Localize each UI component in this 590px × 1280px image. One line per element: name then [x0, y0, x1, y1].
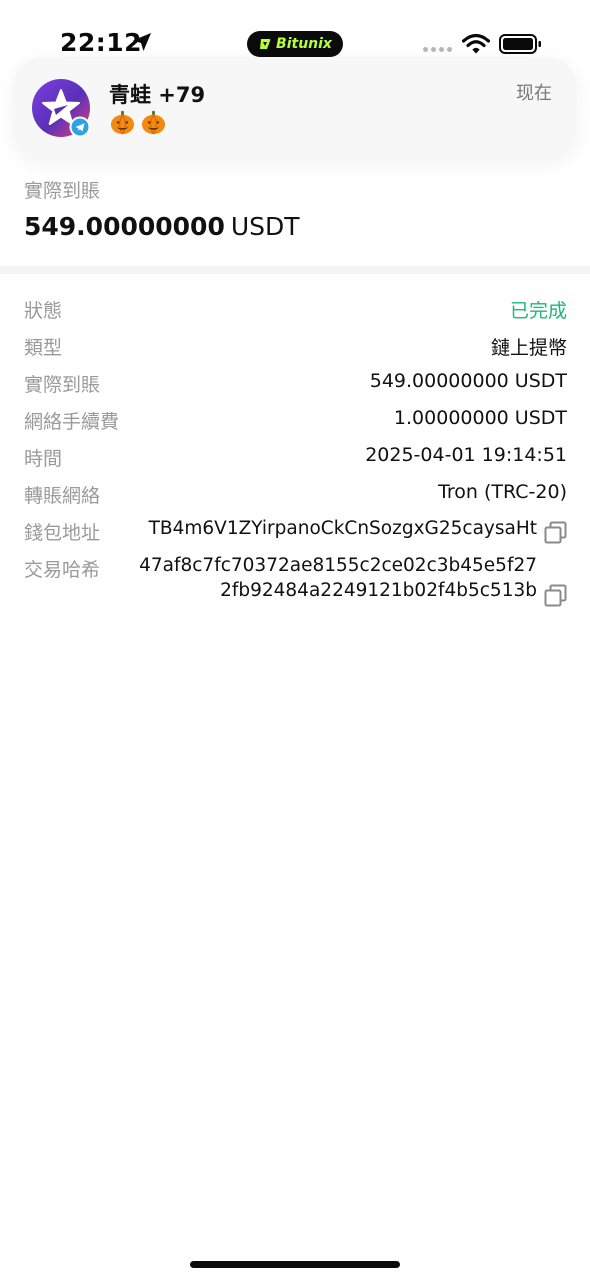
copy-address-icon[interactable]	[544, 521, 567, 544]
detail-row-hash: 交易哈希 47af8c7fc70372ae8155c2ce02c3b45e5f2…	[24, 553, 567, 617]
island-app-name: Bitunix	[276, 36, 332, 52]
detail-row-network: 轉賬網絡 Tron (TRC-20)	[24, 479, 567, 516]
hash-label: 交易哈希	[24, 559, 101, 581]
notification-title: 青蛙 +79	[109, 83, 206, 107]
hash-line-2: 2fb92484a2249121b02f4b5c513b	[220, 580, 537, 601]
pumpkin-icon	[141, 110, 166, 135]
time-value: 2025-04-01 19:14:51	[365, 444, 567, 466]
detail-row-address: 錢包地址 TB4m6V1ZYirpanoCkCnSozgxG25caysaHt	[24, 516, 567, 553]
app-star-avatar-icon	[32, 79, 90, 137]
type-label: 類型	[24, 337, 63, 359]
amount-label: 實際到賬	[24, 180, 101, 202]
transaction-details: 狀態 已完成 類型 鏈上提幣 實際到賬 549.00000000 USDT 網絡…	[24, 294, 567, 617]
push-notification[interactable]: 青蛙 +79 现在	[14, 57, 576, 157]
fee-value: 1.00000000 USDT	[393, 407, 567, 429]
detail-row-time: 時間 2025-04-01 19:14:51	[24, 442, 567, 479]
dynamic-island-activity[interactable]: Bitunix	[247, 31, 343, 57]
bitunix-logo-icon	[260, 39, 271, 49]
signal-dots-icon	[423, 45, 455, 53]
hash-line-1: 47af8c7fc70372ae8155c2ce02c3b45e5f27	[139, 555, 537, 576]
detail-row-fee: 網絡手續費 1.00000000 USDT	[24, 405, 567, 442]
detail-row-received: 實際到賬 549.00000000 USDT	[24, 368, 567, 405]
pumpkin-icon	[110, 110, 135, 135]
notification-time: 现在	[516, 83, 552, 104]
received-label: 實際到賬	[24, 374, 101, 396]
address-label: 錢包地址	[24, 522, 101, 544]
section-divider	[0, 266, 590, 274]
location-arrow-icon	[133, 33, 151, 51]
fee-label: 網絡手續費	[24, 411, 120, 433]
status-label: 狀態	[24, 300, 63, 322]
status-value: 已完成	[509, 300, 567, 322]
amount-summary: 549.00000000 USDT	[24, 212, 300, 241]
detail-row-status: 狀態 已完成	[24, 294, 567, 331]
detail-row-type: 類型 鏈上提幣	[24, 331, 567, 368]
time-label: 時間	[24, 448, 63, 470]
amount-unit: USDT	[230, 212, 300, 241]
type-value: 鏈上提幣	[490, 337, 567, 359]
battery-icon	[499, 34, 541, 54]
wifi-icon	[462, 33, 490, 54]
home-indicator[interactable]	[190, 1261, 400, 1268]
hash-value: 47af8c7fc70372ae8155c2ce02c3b45e5f27 2fb…	[139, 553, 537, 603]
copy-hash-icon[interactable]	[544, 584, 567, 607]
notification-body	[109, 109, 167, 136]
received-value: 549.00000000 USDT	[369, 370, 567, 392]
address-value: TB4m6V1ZYirpanoCkCnSozgxG25caysaHt	[148, 518, 537, 539]
amount-value: 549.00000000	[24, 212, 225, 241]
network-value: Tron (TRC-20)	[438, 481, 567, 503]
network-label: 轉賬網絡	[24, 485, 101, 507]
